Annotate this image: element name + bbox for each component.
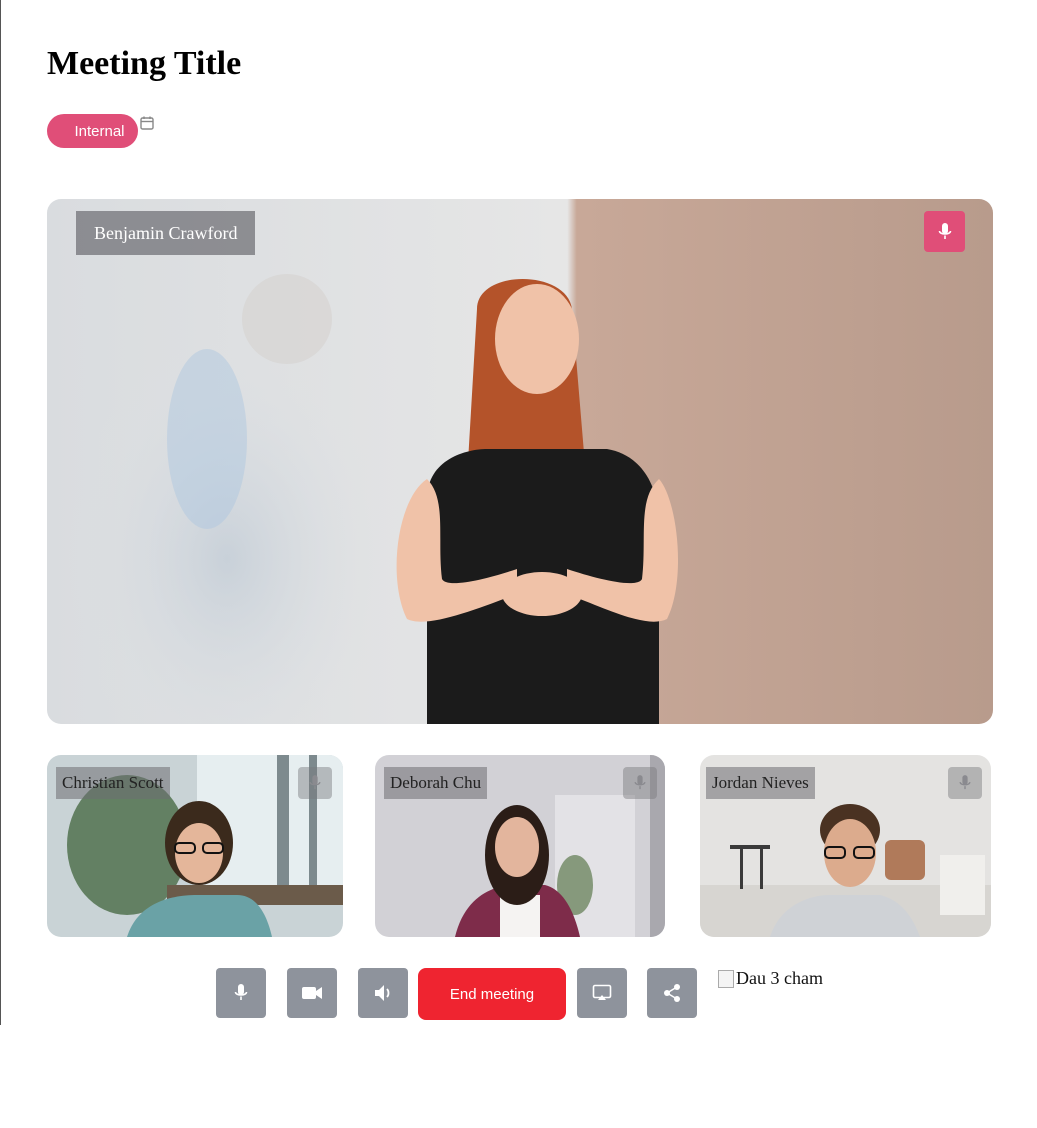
participant-name: Deborah Chu	[384, 767, 488, 799]
video-camera-icon	[302, 987, 322, 999]
more-options-button[interactable]: Dau 3 cham	[718, 968, 823, 989]
participant-mic-button[interactable]	[298, 767, 332, 799]
share-icon	[664, 984, 680, 1002]
main-mic-button[interactable]	[924, 211, 965, 252]
participant-tile[interactable]: Jordan Nieves	[700, 755, 991, 937]
speaker-toggle-button[interactable]	[358, 968, 408, 1018]
share-button[interactable]	[647, 968, 697, 1018]
screen-share-button[interactable]	[577, 968, 627, 1018]
participant-mic-button[interactable]	[948, 767, 982, 799]
screen-share-icon	[592, 984, 612, 1000]
end-meeting-button[interactable]: End meeting	[418, 968, 566, 1020]
main-speaker-name: Benjamin Crawford	[76, 211, 256, 255]
more-options-alt-text: Dau 3 cham	[736, 968, 823, 988]
camera-toggle-button[interactable]	[287, 968, 337, 1018]
participant-tile[interactable]: Christian Scott	[47, 755, 343, 937]
microphone-icon	[634, 775, 646, 790]
microphone-icon	[938, 222, 951, 239]
broken-image-icon	[718, 969, 734, 988]
participant-mic-button[interactable]	[623, 767, 657, 799]
microphone-icon	[959, 775, 971, 790]
speaker-icon	[375, 985, 390, 1001]
microphone-icon	[234, 984, 248, 1000]
page-title: Meeting Title	[47, 45, 242, 82]
left-border	[0, 0, 1, 1025]
main-video[interactable]: Benjamin Crawford	[47, 199, 993, 724]
participant-name: Jordan Nieves	[706, 767, 815, 799]
mic-toggle-button[interactable]	[216, 968, 266, 1018]
calendar-icon[interactable]	[139, 115, 155, 131]
main-video-frame	[47, 199, 993, 724]
microphone-icon	[309, 775, 321, 790]
participant-name: Christian Scott	[56, 767, 170, 799]
meeting-tag[interactable]: Internal	[47, 114, 138, 148]
participant-tile[interactable]: Deborah Chu	[375, 755, 665, 937]
